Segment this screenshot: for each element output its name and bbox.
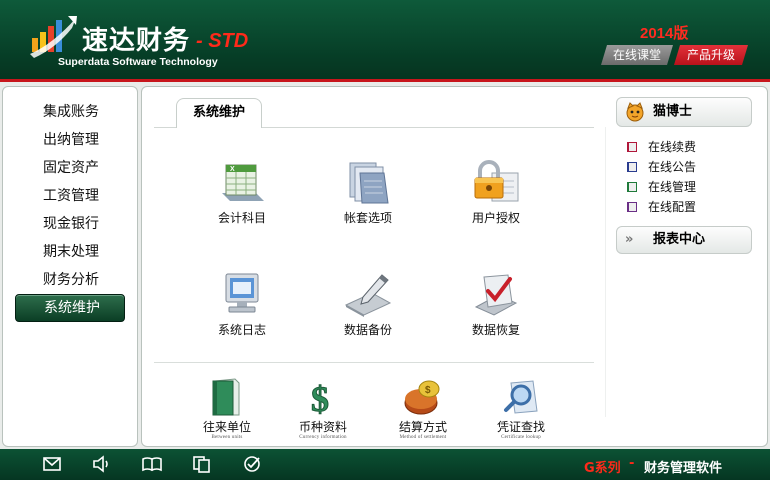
cat-mascot-icon	[626, 102, 644, 122]
spreadsheet-icon: X	[222, 164, 264, 201]
book-icon	[627, 142, 637, 152]
svg-text:$: $	[311, 379, 329, 417]
pencil-tray-icon	[344, 274, 392, 317]
report-label: 报表中心	[653, 232, 706, 247]
tile-label: 数据备份	[343, 323, 392, 337]
series-label: G系列	[584, 461, 621, 476]
tile-label: 帐套选项	[343, 211, 392, 225]
sidebar: 集成账务 出纳管理 固定资产 工资管理 现金银行 期末处理 财务分析 系统维护	[2, 86, 138, 447]
copy-icon[interactable]	[192, 455, 212, 473]
quick-settlement-method[interactable]: $ 结算方式 Method of settlement	[378, 377, 468, 445]
folder-docs-icon	[349, 162, 389, 204]
green-book-icon	[212, 378, 240, 416]
brand-english: Superdata Software Technology	[58, 56, 218, 68]
quick-sublabel: Between units	[211, 435, 243, 440]
brand-std-label: - STD	[196, 30, 249, 52]
panel-divider	[605, 127, 606, 417]
svg-text:$: $	[425, 385, 431, 396]
tile-label: 数据恢复	[471, 323, 520, 337]
link-label: 在线配置	[648, 200, 697, 214]
sidebar-item-cashier[interactable]: 出纳管理	[15, 127, 125, 153]
dollar-icon: $	[311, 379, 330, 418]
tile-label: 系统日志	[217, 323, 266, 337]
magnifier-icon	[504, 380, 538, 414]
tile-data-restore[interactable]: 数据恢复	[446, 271, 546, 351]
tile-label: 用户授权	[471, 211, 520, 225]
quick-label: 结算方式	[398, 420, 447, 434]
header-divider	[0, 79, 770, 82]
book-icon	[627, 182, 637, 192]
tile-account-set-options[interactable]: 帐套选项	[318, 159, 418, 239]
quick-label: 币种资料	[298, 420, 347, 434]
quick-sublabel: Method of settlement	[399, 435, 447, 440]
link-label: 在线续费	[648, 140, 697, 154]
sidebar-item-period-end[interactable]: 期末处理	[15, 239, 125, 265]
report-center-button[interactable]: » 报表中心	[616, 226, 752, 254]
quick-currency-info[interactable]: $ 币种资料 Currency information	[278, 377, 368, 445]
coins-icon: $	[404, 380, 440, 415]
sidebar-item-payroll[interactable]: 工资管理	[15, 183, 125, 209]
tile-label: 会计科目	[217, 211, 266, 225]
speaker-icon[interactable]	[92, 455, 112, 473]
quick-label: 往来单位	[202, 420, 251, 434]
quick-certificate-lookup[interactable]: 凭证查找 Certificate lookup	[476, 377, 566, 445]
link-label: 在线公告	[648, 160, 697, 174]
link-online-notice[interactable]: 在线公告	[626, 158, 696, 176]
online-class-button[interactable]: 在线课堂	[601, 45, 673, 65]
upgrade-button[interactable]: 产品升级	[674, 45, 748, 65]
quick-sublabel: Currency information	[299, 435, 347, 440]
tab-system-maintenance[interactable]: 系统维护	[176, 98, 262, 128]
mail-icon[interactable]	[42, 455, 62, 473]
sidebar-item-financial-analysis[interactable]: 财务分析	[15, 267, 125, 293]
tile-data-backup[interactable]: 数据备份	[318, 271, 418, 351]
section-divider	[154, 362, 594, 363]
tile-accounting-subjects[interactable]: X 会计科目	[192, 159, 292, 239]
sidebar-item-integrated-accounts[interactable]: 集成账务	[15, 99, 125, 125]
quick-between-units[interactable]: 往来单位 Between units	[182, 377, 272, 445]
lock-icon	[474, 160, 519, 202]
link-online-renewal[interactable]: 在线续费	[626, 138, 696, 156]
sidebar-item-fixed-assets[interactable]: 固定资产	[15, 155, 125, 181]
product-name: 财务管理软件	[644, 461, 723, 476]
double-chevron-icon: »	[625, 232, 634, 247]
header-bar: 速达财务 - STD Superdata Software Technology…	[0, 0, 770, 82]
edition-label: 2014版	[640, 25, 689, 42]
sidebar-item-cash-bank[interactable]: 现金银行	[15, 211, 125, 237]
expert-cat-doctor-button[interactable]: 猫博士	[616, 97, 752, 127]
book-icon	[627, 162, 637, 172]
expert-label: 猫博士	[653, 104, 693, 119]
book-icon	[627, 202, 637, 212]
tile-user-authorization[interactable]: 用户授权	[446, 159, 546, 239]
monitor-icon	[225, 273, 259, 313]
link-online-config[interactable]: 在线配置	[626, 198, 696, 216]
app-window: 速达财务 - STD Superdata Software Technology…	[0, 0, 770, 480]
quick-label: 凭证查找	[496, 420, 545, 434]
link-online-management[interactable]: 在线管理	[626, 178, 696, 196]
tile-system-log[interactable]: 系统日志	[192, 271, 292, 351]
sidebar-item-system-maintenance[interactable]: 系统维护	[15, 294, 125, 322]
checkmark-tray-icon	[474, 274, 518, 316]
link-label: 在线管理	[648, 180, 697, 194]
brand-name: 速达财务	[82, 26, 191, 56]
footer-bar: G系列 - 财务管理软件	[0, 449, 770, 480]
main-panel: 系统维护 X 会计科目 帐套选项 用户授权 系统日志 数据备份 数据恢复 往来单…	[141, 86, 768, 447]
quick-sublabel: Certificate lookup	[501, 435, 541, 440]
check-circle-icon[interactable]	[242, 455, 262, 473]
series-dash: -	[629, 456, 635, 471]
open-book-icon[interactable]	[142, 455, 162, 473]
svg-text:X: X	[230, 166, 235, 173]
logo-icon	[30, 16, 77, 58]
